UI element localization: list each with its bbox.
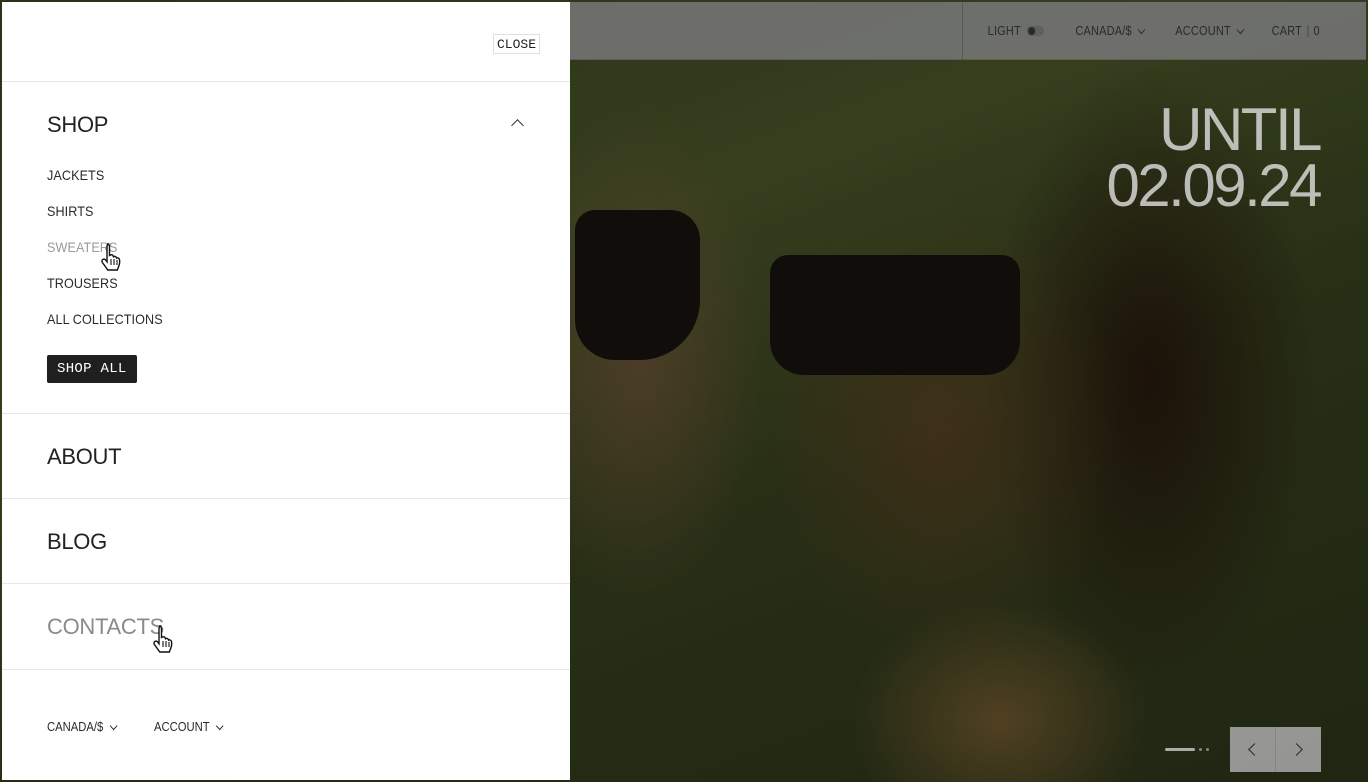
- submenu-item-shirts[interactable]: SHIRTS: [47, 202, 163, 238]
- submenu-item-all-collections[interactable]: ALL COLLECTIONS: [47, 310, 163, 346]
- hand-cursor-icon: [153, 625, 173, 653]
- account-label: ACCOUNT: [1175, 24, 1231, 38]
- slider-dots: [1165, 748, 1209, 751]
- chevron-down-icon: [1137, 25, 1146, 34]
- slider-dot[interactable]: [1206, 748, 1209, 751]
- menu-blog[interactable]: BLOG: [47, 529, 107, 555]
- submenu-item-trousers[interactable]: TROUSERS: [47, 274, 163, 310]
- footer-account-menu[interactable]: ACCOUNT: [153, 720, 223, 734]
- chevron-down-icon: [215, 721, 223, 730]
- hero-headline: UNTIL 02.09.24: [1106, 96, 1322, 219]
- menu-drawer: CLOSE SHOP JACKETS SHIRTS SWEATERS TROUS…: [2, 2, 570, 780]
- top-nav: LIGHT CANADA/$ ACCOUNT CART 0: [980, 2, 1320, 60]
- hand-cursor-icon: [101, 243, 121, 271]
- footer-account-label: ACCOUNT: [153, 720, 210, 734]
- cart-button[interactable]: CART 0: [1272, 24, 1320, 38]
- menu-about[interactable]: ABOUT: [47, 444, 122, 470]
- region-label: CANADA/$: [1075, 24, 1132, 38]
- prev-slide-button[interactable]: [1230, 727, 1275, 772]
- chevron-down-icon: [109, 721, 117, 730]
- menu-shop-title[interactable]: SHOP: [47, 112, 108, 138]
- arrow-right-icon: [1290, 743, 1303, 756]
- cart-count: 0: [1313, 24, 1320, 38]
- footer-region-selector[interactable]: CANADA/$: [47, 720, 117, 734]
- hero-line-2: 02.09.24: [1106, 152, 1322, 219]
- account-menu[interactable]: ACCOUNT: [1175, 24, 1245, 38]
- slider-dot-active[interactable]: [1165, 748, 1195, 751]
- cart-label: CART: [1271, 24, 1303, 38]
- submenu-item-jackets[interactable]: JACKETS: [47, 166, 163, 202]
- drawer-footer: CANADA/$ ACCOUNT: [47, 720, 229, 734]
- top-bar: LIGHT CANADA/$ ACCOUNT CART 0: [570, 2, 1366, 60]
- shop-all-button[interactable]: SHOP ALL: [47, 355, 137, 383]
- menu-contacts[interactable]: CONTACTS: [47, 614, 164, 640]
- toggle-icon[interactable]: [1026, 26, 1044, 36]
- slider-dot[interactable]: [1199, 748, 1202, 751]
- theme-label: LIGHT: [987, 24, 1022, 38]
- arrow-left-icon: [1248, 743, 1261, 756]
- footer-region-label: CANADA/$: [47, 720, 104, 734]
- chevron-down-icon: [1236, 25, 1245, 34]
- next-slide-button[interactable]: [1275, 727, 1321, 772]
- hero-line-1: UNTIL: [1159, 96, 1322, 163]
- chevron-up-icon[interactable]: [511, 119, 524, 132]
- close-button[interactable]: CLOSE: [492, 34, 540, 54]
- slider-controls: [1230, 727, 1321, 772]
- theme-toggle[interactable]: LIGHT: [988, 24, 1044, 38]
- region-selector[interactable]: CANADA/$: [1075, 24, 1146, 38]
